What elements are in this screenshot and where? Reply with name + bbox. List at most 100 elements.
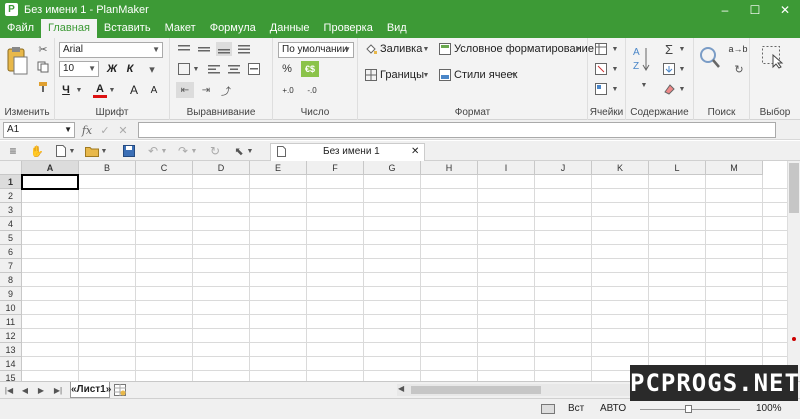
next-sheet-icon[interactable]: ▶ [35,383,47,397]
fill-button[interactable]: Заливка [380,43,422,55]
increase-decimal-button[interactable]: +.0 [279,82,297,98]
column-header-d[interactable]: D [193,161,250,175]
number-format-select[interactable]: По умолчании ▼ [278,42,354,58]
chevron-down-icon[interactable]: ▼ [611,42,619,56]
maximize-button[interactable]: ☐ [740,0,770,19]
column-header-a[interactable]: A [22,161,79,175]
borders-button[interactable]: Границы [380,69,424,81]
chevron-down-icon[interactable]: ▼ [611,82,619,96]
font-name-select[interactable]: Arial ▼ [59,42,163,58]
redo-icon[interactable]: ↷ [176,144,190,158]
chevron-down-icon[interactable]: ▼ [678,42,686,56]
font-size-select[interactable]: 10 ▼ [59,61,99,77]
formula-input[interactable] [138,122,776,138]
cut-icon[interactable]: ✂ [36,42,50,56]
align-left-icon[interactable] [206,62,222,76]
column-header-e[interactable]: E [250,161,307,175]
scroll-thumb[interactable] [789,163,799,213]
justify-icon[interactable] [236,42,252,56]
row-header-11[interactable]: 11 [0,315,22,329]
outdent-icon[interactable]: ⇥ [198,82,214,98]
column-header-k[interactable]: K [592,161,649,175]
hand-icon[interactable]: ✋ [30,144,44,158]
row-header-10[interactable]: 10 [0,301,22,315]
column-header-h[interactable]: H [421,161,478,175]
row-header-5[interactable]: 5 [0,231,22,245]
borders-icon[interactable] [176,62,192,76]
sheet-tab[interactable]: «Лист1» [70,382,111,398]
decrease-decimal-button[interactable]: -.0 [303,82,321,98]
row-header-6[interactable]: 6 [0,245,22,259]
tab-formula[interactable]: Формула [203,19,263,38]
function-button[interactable]: fx [80,122,94,138]
cell-styles-button[interactable]: Стили ячеек [454,69,517,81]
vertical-scrollbar[interactable] [787,161,800,381]
column-header-c[interactable]: C [136,161,193,175]
row-header-8[interactable]: 8 [0,273,22,287]
prev-sheet-icon[interactable]: ◀ [19,383,31,397]
column-header-f[interactable]: F [307,161,364,175]
scroll-thumb[interactable] [411,386,541,394]
chevron-down-icon[interactable]: ▼ [678,82,686,96]
row-header-13[interactable]: 13 [0,343,22,357]
accept-button[interactable]: ✓ [98,122,112,138]
scroll-left-icon[interactable]: ◀ [398,384,404,393]
tab-file[interactable]: Файл [0,19,41,38]
pointer-icon[interactable]: ⬉ [232,144,246,158]
cancel-button[interactable]: ✕ [116,122,130,138]
select-icon[interactable] [760,44,786,70]
rotate-text-icon[interactable]: ⤴ [218,82,234,98]
grow-font-button[interactable]: A [127,82,141,98]
row-header-9[interactable]: 9 [0,287,22,301]
format-painter-icon[interactable] [36,80,50,94]
minimize-button[interactable]: – [710,0,740,19]
fill-down-icon[interactable] [662,62,676,76]
replace-button[interactable]: a→b [728,42,748,56]
tab-data[interactable]: Данные [263,19,317,38]
column-header-m[interactable]: M [706,161,763,175]
chevron-down-icon[interactable]: ▼ [160,144,168,158]
tab-review[interactable]: Проверка [317,19,380,38]
chevron-down-icon[interactable]: ▼ [422,68,430,82]
format-cells-icon[interactable] [593,82,609,96]
chevron-down-icon[interactable]: ▼ [422,42,430,56]
chevron-down-icon[interactable]: ▼ [510,68,518,82]
chevron-down-icon[interactable]: ▼ [75,82,83,98]
chevron-down-icon[interactable]: ▼ [190,144,198,158]
close-button[interactable]: ✕ [770,0,800,19]
column-header-i[interactable]: I [478,161,535,175]
indent-icon[interactable]: ⇤ [176,82,194,98]
add-sheet-icon[interactable] [113,383,127,397]
calc-mode[interactable]: АВТО [600,403,626,414]
select-all-corner[interactable] [0,161,22,175]
paste-icon[interactable] [4,44,30,78]
percent-button[interactable]: % [279,61,295,77]
conditional-format-button[interactable]: Условное форматирование [454,43,594,55]
insert-mode[interactable]: Вст [568,403,584,414]
chevron-down-icon[interactable]: ▼ [68,144,76,158]
insert-cells-icon[interactable] [593,42,609,56]
sum-button[interactable]: Σ [662,42,676,57]
selected-cell[interactable] [21,174,79,190]
shrink-font-button[interactable]: A [147,82,161,98]
repeat-icon[interactable]: ↻ [208,144,222,158]
chevron-down-icon[interactable]: ▼ [192,62,200,76]
row-header-3[interactable]: 3 [0,203,22,217]
find-next-icon[interactable]: ↻ [732,62,746,76]
tab-view[interactable]: Вид [380,19,414,38]
copy-icon[interactable] [36,60,50,74]
chevron-down-icon[interactable]: ▼ [611,62,619,76]
underline-button[interactable]: Ч [59,82,73,98]
save-icon[interactable] [122,144,136,158]
open-folder-icon[interactable] [84,144,100,158]
cell-reference-box[interactable]: A1 ▼ [3,122,75,138]
row-header-4[interactable]: 4 [0,217,22,231]
app-icon[interactable]: P [5,3,18,16]
tab-insert[interactable]: Вставить [97,19,158,38]
column-header-l[interactable]: L [649,161,706,175]
zoom-handle[interactable] [685,405,692,413]
close-tab-button[interactable]: ✕ [411,144,419,160]
italic-button[interactable]: К [123,61,137,77]
spreadsheet-grid[interactable]: A B C D E F G H I J K L M 1 2 3 4 5 6 7 8 9 10 11 12 13 14 15 [0,161,787,385]
chevron-down-icon[interactable]: ▼ [246,144,254,158]
